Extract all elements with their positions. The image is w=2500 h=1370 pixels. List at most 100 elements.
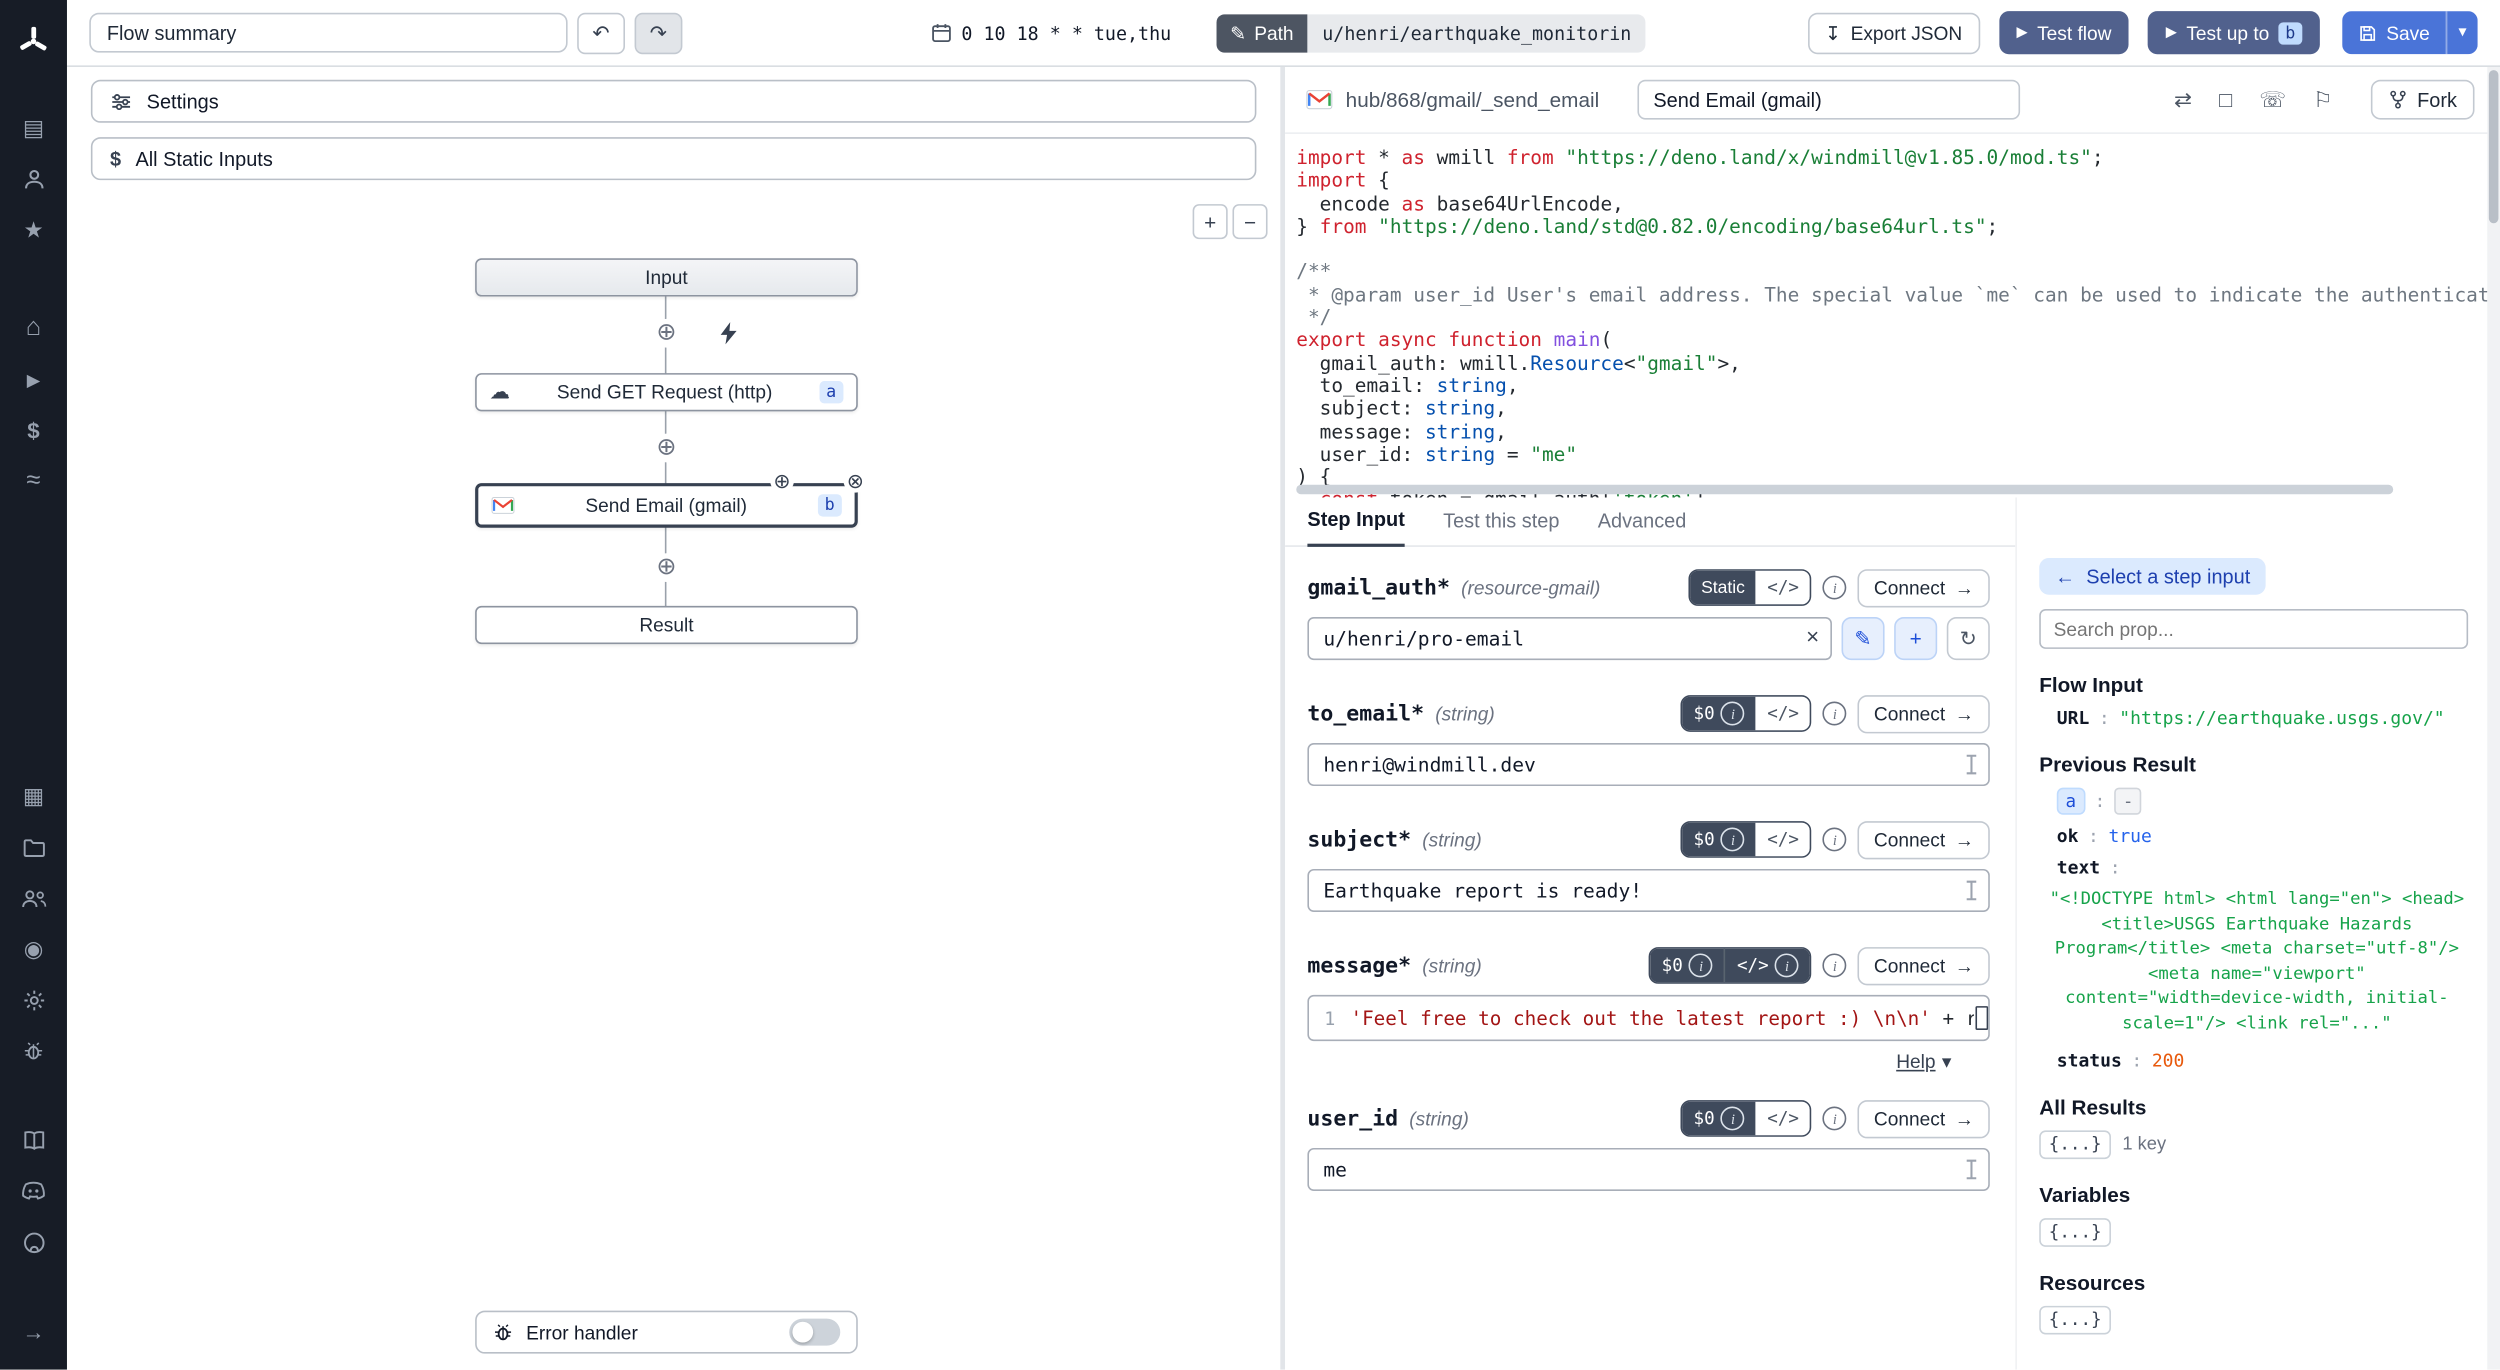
audit-eye-icon[interactable]: ◉ <box>13 928 54 969</box>
arg-badge[interactable]: $0i <box>1650 949 1724 982</box>
code-horizontal-scrollbar[interactable] <box>1296 485 2393 495</box>
code-editor[interactable]: import * as wmill from "https://deno.lan… <box>1285 134 2487 498</box>
user_id-input[interactable] <box>1307 1148 1989 1191</box>
error-handler-toggle[interactable] <box>789 1319 840 1346</box>
prop-row-a[interactable]: a : - <box>2039 788 2468 815</box>
flow-node-http[interactable]: ☁ Send GET Request (http) a <box>475 373 858 411</box>
tab-step-input[interactable]: Step Input <box>1307 509 1404 547</box>
connect-button[interactable]: Connect→ <box>1858 568 1990 606</box>
flow-path-value[interactable]: u/henri/earthquake_monitorin <box>1308 14 1646 52</box>
play-icon[interactable]: ▶ <box>13 359 54 400</box>
resources-wave-icon[interactable]: ≈ <box>13 461 54 502</box>
info-icon[interactable]: i <box>1823 953 1847 977</box>
bug-icon[interactable] <box>13 1030 54 1071</box>
save-dropdown-button[interactable]: ▾ <box>2446 11 2478 54</box>
folder-icon[interactable] <box>13 826 54 867</box>
arg-badge[interactable]: $0i <box>1682 697 1756 730</box>
code-mode-button-active[interactable]: </>i <box>1724 949 1810 982</box>
to_email-input[interactable] <box>1307 743 1989 786</box>
edit-resource-button[interactable]: ✎ <box>1842 617 1885 660</box>
connect-button[interactable]: Connect→ <box>1858 1099 1990 1137</box>
collapsed-value-chip[interactable]: - <box>2115 788 2142 815</box>
add-step-button[interactable]: ⊕ <box>652 434 681 463</box>
gear-icon[interactable] <box>13 979 54 1020</box>
fork-button[interactable]: Fork <box>2371 80 2475 120</box>
clipboard-list-icon[interactable]: ▤ <box>13 107 54 148</box>
github-icon[interactable] <box>13 1221 54 1262</box>
prop-row-text[interactable]: text : <box>2039 858 2468 879</box>
connect-button[interactable]: Connect→ <box>1858 946 1990 984</box>
code-mode-button[interactable]: </> <box>1756 1102 1810 1135</box>
info-icon[interactable]: i <box>1823 576 1847 600</box>
static-mode-button[interactable]: Static <box>1690 571 1756 604</box>
redo-button[interactable]: ↷ <box>635 12 683 53</box>
home-icon[interactable]: ⌂ <box>13 308 54 349</box>
step-summary-input[interactable] <box>1637 80 2020 120</box>
ai-bolt-icon[interactable] <box>714 319 743 348</box>
code-mode-button[interactable]: </> <box>1756 571 1810 604</box>
add-resource-button[interactable]: + <box>1894 617 1937 660</box>
select-step-input-button[interactable]: ← Select a step input <box>2039 558 2266 595</box>
save-button[interactable]: Save <box>2342 11 2446 54</box>
plug-icon[interactable] <box>1964 880 1978 901</box>
hub-script-path[interactable]: hub/868/gmail/_send_email <box>1346 88 1600 112</box>
flow-settings-button[interactable]: Settings <box>91 80 1257 123</box>
add-step-button[interactable]: ⊕ <box>652 553 681 582</box>
undo-button[interactable]: ↶ <box>577 12 625 53</box>
groups-users-icon[interactable] <box>13 877 54 918</box>
step-badge-a[interactable]: a <box>2057 788 2085 815</box>
flow-node-gmail-selected[interactable]: Send Email (gmail) b <box>475 483 858 528</box>
flow-node-input[interactable]: Input <box>475 258 858 296</box>
schedule-display[interactable]: 0 10 18 * * tue,thu <box>931 22 1171 44</box>
help-link[interactable]: Help <box>1896 1051 1935 1073</box>
flow-summary-input[interactable] <box>89 13 567 53</box>
refresh-icon[interactable]: ↻ <box>1947 617 1990 660</box>
windmill-logo[interactable] <box>13 21 54 62</box>
zoom-in-button[interactable]: + <box>1193 204 1228 239</box>
info-icon[interactable]: i <box>1823 1107 1847 1131</box>
add-step-button[interactable]: ⊕ <box>652 319 681 348</box>
object-chip[interactable]: {...} <box>2039 1130 2111 1159</box>
clear-icon[interactable]: × <box>1806 623 1819 649</box>
flag-icon[interactable]: ⚐ <box>2313 87 2332 113</box>
prop-row-url[interactable]: URL : "https://earthquake.usgs.gov/" <box>2039 708 2468 729</box>
error-handler-bar[interactable]: Error handler <box>475 1311 858 1354</box>
test-flow-button[interactable]: ▶ Test flow <box>1999 11 2129 54</box>
tab-advanced[interactable]: Advanced <box>1598 510 1687 545</box>
gmail_auth-input[interactable] <box>1307 617 1832 660</box>
object-chip[interactable]: {...} <box>2039 1305 2111 1334</box>
test-up-to-button[interactable]: ▶ Test up to b <box>2148 11 2319 54</box>
code-mode-button[interactable]: </> <box>1756 697 1810 730</box>
prop-row-ok[interactable]: ok : true <box>2039 826 2468 847</box>
arg-badge[interactable]: $0i <box>1682 1102 1756 1135</box>
arg-badge[interactable]: $0i <box>1682 823 1756 856</box>
prop-row-status[interactable]: status : 200 <box>2039 1050 2468 1071</box>
dollar-icon[interactable]: $ <box>13 410 54 451</box>
star-icon[interactable]: ★ <box>13 209 54 250</box>
zoom-out-button[interactable]: − <box>1232 204 1267 239</box>
schedules-calendar-icon[interactable]: ▦ <box>13 775 54 816</box>
search-prop-input[interactable] <box>2039 609 2468 649</box>
code-mode-button[interactable]: </> <box>1756 823 1810 856</box>
info-icon[interactable]: i <box>1823 702 1847 726</box>
subject-input[interactable] <box>1307 869 1989 912</box>
object-chip[interactable]: {...} <box>2039 1217 2111 1246</box>
info-icon[interactable]: i <box>1823 827 1847 851</box>
phone-icon[interactable]: ☏ <box>2259 87 2286 113</box>
connect-button[interactable]: Connect→ <box>1858 820 1990 858</box>
message-expression-editor[interactable]: 1 'Feel free to check out the latest rep… <box>1307 995 1989 1041</box>
plug-icon[interactable] <box>1964 1159 1978 1180</box>
export-json-button[interactable]: ↧ Export JSON <box>1807 12 1979 53</box>
delete-node-button[interactable]: ⊗ <box>843 469 867 493</box>
tab-test-this-step[interactable]: Test this step <box>1443 510 1559 545</box>
text-value[interactable]: "<!DOCTYPE html> <html lang="en"> <head>… <box>2049 886 2465 1035</box>
discord-icon[interactable] <box>13 1170 54 1211</box>
user-icon[interactable] <box>13 158 54 199</box>
docs-book-icon[interactable] <box>13 1119 54 1160</box>
path-edit-button[interactable]: ✎ Path <box>1216 14 1308 52</box>
swap-icon[interactable]: ⇄ <box>2174 87 2192 113</box>
plug-icon[interactable] <box>1964 754 1978 775</box>
expand-icon[interactable]: □ <box>2219 88 2232 112</box>
scrollbar-thumb[interactable] <box>2489 70 2499 223</box>
collapse-arrow-icon[interactable]: → <box>13 1311 54 1352</box>
